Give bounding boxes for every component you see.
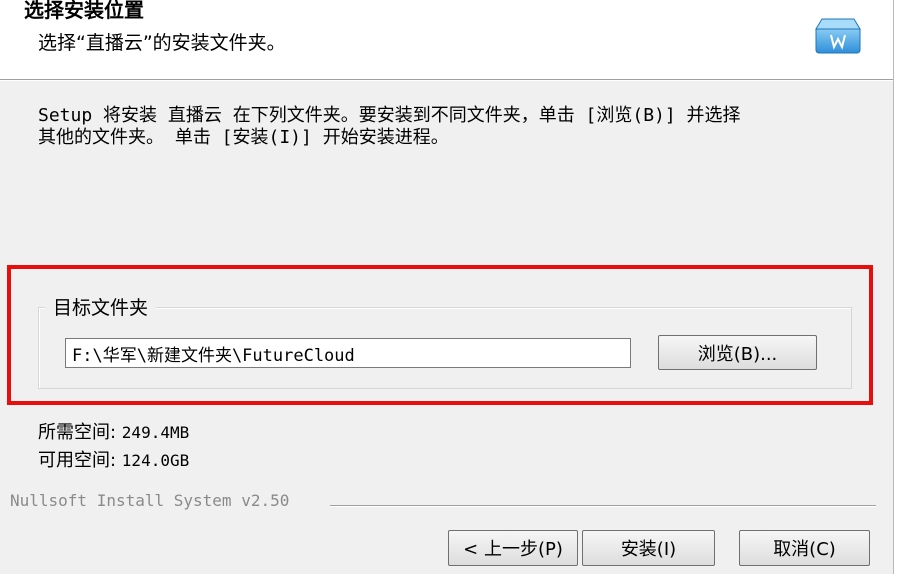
header-divider <box>0 80 904 81</box>
page-subtitle: 选择“直播云”的安装文件夹。 <box>38 32 286 54</box>
page-title: 选择安装位置 <box>24 0 144 22</box>
space-available-value: 124.0GB <box>121 451 190 470</box>
cancel-button[interactable]: 取消(C) <box>739 530 870 566</box>
space-required: 所需空间: 249.4MB <box>38 418 189 444</box>
installer-box-icon <box>814 17 862 55</box>
intro-text: Setup 将安装 直播云 在下列文件夹。要安装到不同文件夹，单击 [浏览(B)… <box>38 105 741 148</box>
nsis-branding: Nullsoft Install System v2.50 <box>10 491 296 510</box>
space-required-value: 249.4MB <box>121 423 190 442</box>
back-button[interactable]: < 上一步(P) <box>448 530 578 566</box>
footer-divider <box>330 505 876 507</box>
header-panel: 选择安装位置 选择“直播云”的安装文件夹。 <box>0 0 904 80</box>
highlight-annotation <box>7 265 873 405</box>
space-required-label: 所需空间: <box>38 422 122 443</box>
space-available: 可用空间: 124.0GB <box>38 446 189 472</box>
install-button[interactable]: 安装(I) <box>582 530 715 566</box>
window-edge <box>893 0 904 574</box>
space-available-label: 可用空间: <box>38 450 122 471</box>
